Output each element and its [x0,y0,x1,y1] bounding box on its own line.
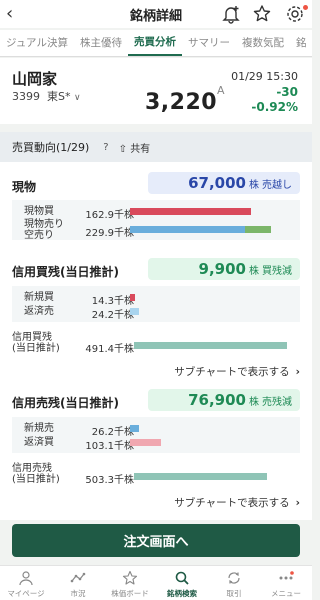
nav-mypage[interactable]: マイページ [0,566,52,600]
margin-buy-total-label: 信用買残 (当日推計) [12,332,60,354]
margin-sell-total-label: 信用売残 (当日推計) [12,463,60,485]
tab-bar: ジュアル決算 株主優待 売買分析 サマリー 複数気配 銘 [0,30,312,57]
nav-trade[interactable]: 取引 [208,566,260,600]
notification-dot [303,5,308,10]
search-icon [175,571,189,585]
margin-sell-subchart-label: サブチャートで表示する [174,497,290,509]
margin-sell-unit: 株 [249,396,259,408]
price-flag: A [217,84,225,97]
margin-sell-title: 信用売残(当日推計) [12,396,119,410]
nav-label: 株価ボード [111,589,149,598]
margin-new-buy-label: 新規買 [24,292,54,303]
genbutsu-buy-label: 現物買 [24,206,54,217]
margin-buy-total-bar [134,342,287,349]
margin-sell-value: 76,900 [188,391,246,409]
chevron-right-icon: › [295,366,300,378]
margin-buy-value: 9,900 [198,260,246,278]
tab-multiple-quotes[interactable]: 複数気配 [236,30,290,56]
market-icon [70,572,86,583]
chevron-right-icon: › [295,497,300,509]
margin-sell-total-bar [134,473,267,480]
chevron-down-icon: ∨ [73,93,81,103]
margin-buy-total-amount: 491.4千株 [85,344,134,355]
star-plus-icon[interactable] [252,3,276,25]
nav-label: 市況 [70,589,86,598]
margin-sell-bars: 新規売 26.2千株 返済買 103.1千株 [12,417,300,453]
margin-new-sell-label: 新規売 [24,423,54,434]
price-change-pct: -0.92% [251,100,298,114]
margin-repay-sell-label: 返済売 [24,306,54,317]
nav-label: マイページ [7,589,45,598]
genbutsu-unit: 株 [249,179,259,191]
tab-visual-results[interactable]: ジュアル決算 [0,30,74,56]
stock-code: 3399 [12,90,40,103]
margin-repay-buy-bar [130,439,161,446]
menu-icon [279,571,294,580]
nav-label: メニュー [271,589,301,598]
margin-buy-title: 信用買残(当日推計) [12,265,119,279]
nav-market[interactable]: 市況 [52,566,104,600]
panel-header: 売買動向(1/29) ? ⇧ 共有 [0,132,312,162]
margin-new-sell-amount: 26.2千株 [91,427,134,438]
genbutsu-buy-bar [130,208,251,215]
margin-repay-sell-bar [130,308,139,315]
margin-repay-buy-label: 返済買 [24,437,54,448]
order-screen-button[interactable]: 注文画面へ [12,524,300,557]
stock-market: 東S* [47,90,71,103]
bottom-nav: マイページ 市況 株価ボード 銘柄検索 取引 メニュー [0,565,312,600]
margin-buy-subchart-label: サブチャートで表示する [174,366,290,378]
margin-sell-subchart-link[interactable]: サブチャートで表示する › [174,495,300,510]
nav-menu[interactable]: メニュー [260,566,312,600]
person-icon [19,571,33,586]
stock-header: 山岡家 3399 東S* ∨ 3,220 A 01/29 15:30 -30 -… [0,58,312,124]
trade-trend-panel: 売買動向(1/29) ? ⇧ 共有 現物 67,000 株 売越し 現物買 16… [0,132,312,520]
quote-time: 01/29 15:30 [231,70,298,83]
margin-buy-tag: 買残減 [262,265,292,277]
genbutsu-sell-label: 現物売り 空売り [24,219,64,241]
margin-buy-unit: 株 [249,265,259,277]
bell-plus-icon[interactable] [220,3,244,25]
help-icon[interactable]: ? [103,142,108,153]
stock-name: 山岡家 [12,70,58,88]
margin-sell-tag: 売残減 [262,396,292,408]
genbutsu-sell-amount: 229.9千株 [85,228,134,239]
margin-sell-value-box: 76,900 株 売残減 [148,389,300,411]
margin-repay-buy-amount: 103.1千株 [85,441,134,452]
gear-icon[interactable] [284,3,308,25]
genbutsu-title: 現物 [12,180,37,194]
price-change: -30 [276,85,298,99]
margin-sell-total-amount: 503.3千株 [85,475,134,486]
nav-stock-search[interactable]: 銘柄検索 [156,566,208,600]
tab-trade-analysis[interactable]: 売買分析 [127,30,182,56]
top-bar: ‹ 銘柄詳細 [0,0,312,28]
genbutsu-tag: 売越し [262,179,292,191]
panel-heading: 売買動向(1/29) [12,141,90,154]
margin-new-buy-bar [130,294,135,301]
stock-price: 3,220 [145,90,218,115]
genbutsu-buy-amount: 162.9千株 [85,210,134,221]
stock-code-market[interactable]: 3399 東S* ∨ [12,88,81,104]
tab-shareholder-benefits[interactable]: 株主優待 [74,30,128,56]
trade-icon [228,572,240,584]
share-button[interactable]: ⇧ 共有 [119,140,151,155]
margin-new-buy-amount: 14.3千株 [91,296,134,307]
margin-buy-value-box: 9,900 株 買残減 [148,258,300,280]
tab-more[interactable]: 銘 [290,30,312,56]
nav-stock-board[interactable]: 株価ボード [104,566,156,600]
star-icon [122,570,138,585]
genbutsu-value: 67,000 [188,174,246,192]
margin-new-sell-bar [130,425,139,432]
nav-label: 銘柄検索 [167,589,197,598]
margin-repay-sell-amount: 24.2千株 [91,310,134,321]
margin-buy-subchart-link[interactable]: サブチャートで表示する › [174,364,300,379]
margin-buy-bars: 新規買 14.3千株 返済売 24.2千株 [12,286,300,322]
nav-label: 取引 [226,589,242,598]
tab-summary[interactable]: サマリー [182,30,236,56]
share-icon: ⇧ [118,143,127,155]
genbutsu-short-bar [245,226,271,233]
share-label: 共有 [130,143,151,155]
genbutsu-value-box: 67,000 株 売越し [148,172,300,194]
genbutsu-bars: 現物買 162.9千株 現物売り 空売り 229.9千株 [12,200,300,241]
